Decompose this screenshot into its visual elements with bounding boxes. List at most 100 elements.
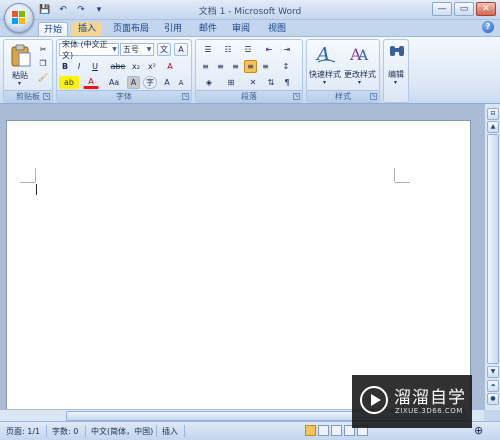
italic-button[interactable]: I xyxy=(73,60,85,73)
tab-references[interactable]: 引用 xyxy=(160,22,186,36)
watermark: 溜溜自学 ZIXUE.3D66.COM xyxy=(352,375,472,428)
tab-page-layout[interactable]: 页面布局 xyxy=(110,22,152,36)
binoculars-icon[interactable] xyxy=(389,44,405,58)
document-page[interactable] xyxy=(6,120,471,415)
chevron-down-icon: ▾ xyxy=(394,79,398,86)
font-size-select[interactable]: 五号 ▼ xyxy=(120,43,154,56)
language-status[interactable]: 中文(简体，中国) xyxy=(91,426,153,437)
document-area xyxy=(0,104,484,415)
chevron-down-icon: ▼ xyxy=(146,46,152,53)
distributed-icon[interactable]: ≡ xyxy=(259,60,272,73)
format-painter-icon[interactable]: 🖌 xyxy=(37,71,49,84)
align-right-icon[interactable]: ≡ xyxy=(229,60,242,73)
strikethrough-button[interactable]: abe xyxy=(109,60,127,73)
line-spacing-icon[interactable]: ↕ xyxy=(278,60,294,73)
paragraph-group-label: 段落 xyxy=(196,90,302,102)
tab-insert[interactable]: 插入 xyxy=(72,22,102,36)
cut-icon[interactable]: ✂ xyxy=(37,43,49,56)
paste-dropdown-icon[interactable]: ▾ xyxy=(18,80,21,87)
underline-button[interactable]: U xyxy=(87,60,103,73)
character-border-button[interactable]: A xyxy=(174,43,188,56)
clipboard-launcher-icon[interactable]: ↘ xyxy=(43,93,50,100)
decrease-indent-icon[interactable]: ⇤ xyxy=(262,43,276,56)
browse-object-icon[interactable]: ● xyxy=(487,393,499,405)
ribbon: 粘贴 ▾ ✂ ❐ 🖌 剪贴板 ↘ 宋体 (中文正文) ▼ 五号 ▼ 文 A B … xyxy=(0,36,500,104)
font-launcher-icon[interactable]: ↘ xyxy=(182,93,189,100)
tab-mailings[interactable]: 邮件 xyxy=(195,22,221,36)
font-group-label: 字体 xyxy=(57,90,191,102)
font-name-value: 宋体 (中文正文) xyxy=(62,39,108,60)
enclose-characters-button[interactable]: 字 xyxy=(143,76,157,89)
shading-icon[interactable]: ◈ xyxy=(199,76,219,89)
text-cursor xyxy=(36,184,37,195)
align-left-icon[interactable]: ≡ xyxy=(199,60,212,73)
ruler-toggle-icon[interactable]: ⊟ xyxy=(487,108,499,120)
font-name-select[interactable]: 宋体 (中文正文) ▼ xyxy=(59,40,119,60)
paragraph-launcher-icon[interactable]: ↘ xyxy=(293,93,300,100)
office-button[interactable] xyxy=(4,3,34,33)
svg-text:A: A xyxy=(315,44,330,64)
font-size-value: 五号 xyxy=(123,45,139,54)
shrink-font-button[interactable]: A xyxy=(175,76,187,89)
character-shading-button[interactable]: A xyxy=(127,76,140,89)
multilevel-list-icon[interactable]: ☲ xyxy=(239,43,257,56)
scroll-up-icon[interactable]: ▲ xyxy=(487,121,499,133)
divider xyxy=(85,425,86,437)
paste-icon[interactable] xyxy=(10,44,32,68)
change-styles-icon[interactable]: A A xyxy=(349,42,371,64)
print-layout-view-icon[interactable] xyxy=(305,425,316,436)
quick-styles-icon[interactable]: A xyxy=(315,42,337,64)
zoom-in-icon[interactable]: ⊕ xyxy=(474,424,483,437)
word-count[interactable]: 字数: 0 xyxy=(52,426,78,437)
insert-mode[interactable]: 插入 xyxy=(162,426,178,437)
divider xyxy=(156,425,157,437)
office-logo-icon xyxy=(12,11,26,25)
grow-font-button[interactable]: A xyxy=(161,76,173,89)
styles-launcher-icon[interactable]: ↘ xyxy=(370,93,377,100)
crop-mark-top-left xyxy=(20,182,35,183)
numbering-icon[interactable]: ☷ xyxy=(219,43,237,56)
page-count[interactable]: 页面: 1/1 xyxy=(6,426,40,437)
chevron-down-icon: ▼ xyxy=(112,46,117,53)
font-group: 宋体 (中文正文) ▼ 五号 ▼ 文 A B I U abe x₂ x² A a… xyxy=(56,39,192,103)
styles-group: A 快速样式 ▾ A A 更改样式 ▾ 样式 ↘ xyxy=(306,39,380,103)
full-screen-view-icon[interactable] xyxy=(318,425,329,436)
bold-button[interactable]: B xyxy=(59,60,71,73)
justify-icon[interactable]: ≡ xyxy=(244,60,257,73)
align-center-icon[interactable]: ≡ xyxy=(214,60,227,73)
increase-indent-icon[interactable]: ⇥ xyxy=(280,43,294,56)
ribbon-tabs: 开始 插入 页面布局 引用 邮件 审阅 视图 xyxy=(0,20,500,36)
divider xyxy=(184,425,185,437)
maximize-button[interactable]: ▭ xyxy=(454,2,474,16)
vertical-scroll-thumb[interactable] xyxy=(487,134,499,364)
superscript-button[interactable]: x² xyxy=(145,60,159,73)
help-icon[interactable]: ? xyxy=(482,21,494,33)
previous-page-icon[interactable]: ⏶ xyxy=(487,380,499,392)
highlight-button[interactable]: ab xyxy=(59,76,79,89)
subscript-button[interactable]: x₂ xyxy=(129,60,143,73)
window-title: 文档 1 - Microsoft Word xyxy=(198,7,302,17)
close-button[interactable]: ✕ xyxy=(476,2,496,16)
minimize-button[interactable]: — xyxy=(432,2,452,16)
clipboard-group: 粘贴 ▾ ✂ ❐ 🖌 剪贴板 ↘ xyxy=(3,39,53,103)
borders-icon[interactable]: ⊞ xyxy=(221,76,241,89)
paragraph-group: ☰ ☷ ☲ ⇤ ⇥ ≡ ≡ ≡ ≡ ≡ ↕ ◈ ⊞ ✕ ⇅ ¶ 段落 ↘ xyxy=(195,39,303,103)
show-marks-icon[interactable]: ¶ xyxy=(280,76,294,89)
bullets-icon[interactable]: ☰ xyxy=(199,43,217,56)
tab-review[interactable]: 审阅 xyxy=(228,22,254,36)
vertical-scrollbar[interactable]: ⊟ ▲ ▼ ⏶ ● xyxy=(484,104,500,410)
sort-icon[interactable]: ⇅ xyxy=(264,76,278,89)
tab-view[interactable]: 视图 xyxy=(264,22,290,36)
change-case-button[interactable]: Aa xyxy=(103,76,125,89)
tab-home[interactable]: 开始 xyxy=(38,22,68,36)
font-color-button[interactable]: A xyxy=(83,76,99,89)
scroll-down-icon[interactable]: ▼ xyxy=(487,366,499,378)
crop-mark-top-right xyxy=(394,168,395,182)
clear-formatting-button[interactable]: A xyxy=(163,60,177,73)
svg-text:A: A xyxy=(357,48,369,64)
styles-group-label: 样式 xyxy=(307,90,379,102)
copy-icon[interactable]: ❐ xyxy=(37,57,49,70)
chinese-layout-icon[interactable]: ✕ xyxy=(244,76,262,89)
phonetic-guide-button[interactable]: 文 xyxy=(157,43,171,56)
web-layout-view-icon[interactable] xyxy=(331,425,342,436)
